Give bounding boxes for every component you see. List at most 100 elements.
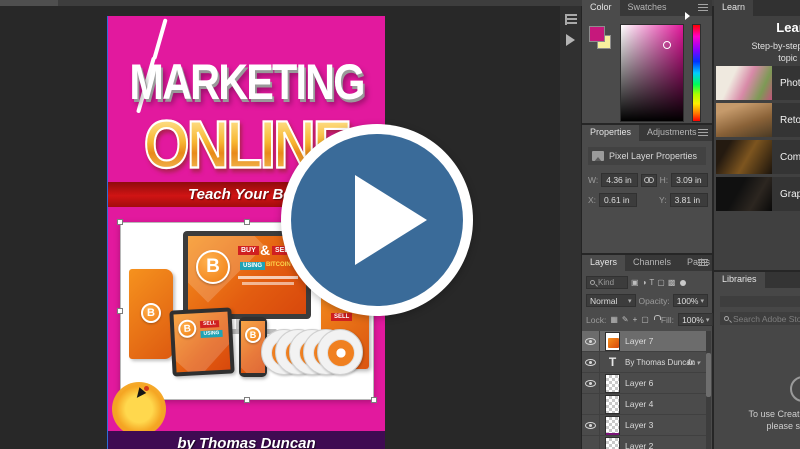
opacity-field[interactable]: 100%▾: [673, 294, 708, 307]
layer-thumbnail[interactable]: [605, 395, 620, 414]
layer-name[interactable]: Layer 6: [625, 378, 653, 388]
blend-row: Normal▾ Opacity: 100%▾: [586, 294, 708, 307]
transform-handle[interactable]: [117, 219, 123, 225]
layer-row-text[interactable]: T By Thomas Duncan fx ▾: [582, 352, 706, 373]
tab-learn[interactable]: Learn: [714, 0, 753, 16]
height-field[interactable]: 3.09 in: [671, 173, 708, 187]
tab-adjustments[interactable]: Adjustments: [639, 125, 705, 141]
learn-item-graphic[interactable]: Graphic: [716, 177, 800, 211]
lock-transparency-icon[interactable]: ▦: [610, 315, 618, 324]
layer-thumbnail[interactable]: [605, 437, 620, 449]
properties-header-label: Pixel Layer Properties: [609, 151, 697, 161]
layer-name[interactable]: Layer 3: [625, 420, 653, 430]
tab-color[interactable]: Color: [582, 0, 620, 16]
product-tablet-screen: B SELL USING: [174, 312, 231, 373]
color-panel-tabbar: Color Swatches: [582, 0, 712, 16]
filter-toggle-icon[interactable]: [680, 280, 686, 286]
visibility-toggle[interactable]: [582, 373, 600, 394]
learn-description: Step-by-step tutorials topic be: [714, 40, 800, 64]
layers-panel-tabbar: Layers Channels Paths: [582, 255, 712, 271]
layers-panel: Layers Channels Paths Kind ▣ ◑ T ▢ ▩ Nor…: [582, 255, 712, 449]
transform-handle[interactable]: [244, 219, 250, 225]
layer-name[interactable]: Layer 2: [625, 441, 653, 449]
photoshop-window: MARKETING ONLINE Teach Your Best B B BUY…: [0, 0, 800, 449]
panel-menu-icon[interactable]: [698, 259, 708, 267]
layer-fx-badge[interactable]: fx ▾: [687, 357, 700, 367]
visibility-toggle[interactable]: [582, 352, 600, 373]
lock-move-icon[interactable]: +: [633, 315, 638, 324]
properties-panel: Properties Adjustments Pixel Layer Prope…: [582, 125, 712, 253]
layers-scrollbar[interactable]: [706, 331, 711, 449]
x-field[interactable]: 0.61 in: [599, 193, 637, 207]
transform-handle[interactable]: [244, 397, 250, 403]
panel-menu-icon[interactable]: [698, 4, 708, 12]
transform-handle[interactable]: [117, 308, 123, 314]
tab-swatches[interactable]: Swatches: [620, 0, 675, 16]
buy-badge: BUY: [238, 246, 259, 255]
y-field[interactable]: 3.81 in: [670, 193, 708, 207]
learn-item-combining[interactable]: Combining: [716, 140, 800, 174]
hue-slider-marker[interactable]: [685, 12, 690, 20]
layer-name[interactable]: Layer 4: [625, 399, 653, 409]
filter-type-icon[interactable]: T: [649, 278, 654, 287]
blend-mode-select[interactable]: Normal▾: [586, 294, 636, 307]
layer-name[interactable]: By Thomas Duncan: [625, 358, 695, 367]
opacity-label: Opacity:: [639, 296, 670, 306]
foreground-color-swatch[interactable]: [589, 26, 605, 42]
tab-channels[interactable]: Channels: [625, 255, 679, 271]
actions-panel-icon[interactable]: [564, 32, 578, 46]
video-play-button[interactable]: [281, 124, 473, 316]
search-icon: [590, 280, 595, 285]
filter-shape-icon[interactable]: ▢: [657, 278, 665, 287]
history-panel-icon[interactable]: [564, 12, 578, 26]
libraries-dropdown[interactable]: [720, 296, 800, 307]
poster-purple-band: by Thomas Duncan: [108, 431, 385, 449]
h-label: H:: [660, 175, 669, 185]
layer-name[interactable]: Layer 7: [625, 336, 653, 346]
learn-item-retouching[interactable]: Retouching: [716, 103, 800, 137]
layer-thumbnail[interactable]: [605, 332, 620, 351]
filter-adjustment-icon[interactable]: ◑: [642, 278, 647, 287]
visibility-toggle[interactable]: [582, 436, 600, 449]
tutorial-thumbnail: [716, 177, 772, 211]
learn-panel-tabbar: Learn: [714, 0, 800, 16]
eye-icon: [585, 359, 596, 366]
layer-filter-search[interactable]: Kind: [586, 276, 628, 289]
search-icon: [724, 316, 729, 321]
layer-row-layer-6[interactable]: Layer 6: [582, 373, 706, 394]
color-field[interactable]: [620, 24, 684, 122]
libraries-panel: Libraries Search Adobe Stock To use Crea…: [714, 272, 800, 449]
visibility-toggle[interactable]: [582, 331, 600, 352]
layer-row-layer-7[interactable]: Layer 7: [582, 331, 706, 352]
width-field[interactable]: 4.36 in: [601, 173, 638, 187]
sign-in-message: To use Creative Cloud, please sign in: [714, 408, 800, 432]
hue-slider[interactable]: [692, 24, 701, 122]
layer-row-layer-4[interactable]: Layer 4: [582, 394, 706, 415]
canvas-area[interactable]: MARKETING ONLINE Teach Your Best B B BUY…: [0, 6, 560, 449]
layer-filter-row: Kind ▣ ◑ T ▢ ▩: [586, 275, 708, 290]
color-field-marker[interactable]: [663, 41, 671, 49]
type-layer-thumbnail[interactable]: T: [605, 355, 620, 369]
transform-handle[interactable]: [371, 397, 377, 403]
filter-smart-object-icon[interactable]: ▩: [668, 278, 676, 287]
panel-menu-icon[interactable]: [698, 129, 708, 137]
layer-row-layer-3[interactable]: Layer 3: [582, 415, 706, 436]
move-cursor-dot: [144, 386, 149, 391]
tab-libraries[interactable]: Libraries: [714, 272, 765, 288]
link-dimensions-icon[interactable]: [641, 174, 656, 187]
visibility-toggle[interactable]: [582, 415, 600, 436]
lock-artboard-icon[interactable]: ▢: [641, 315, 649, 324]
scrollbar-thumb[interactable]: [706, 353, 711, 397]
layer-thumbnail[interactable]: [605, 416, 620, 435]
fine-print-line: [242, 282, 294, 285]
learn-item-photography[interactable]: Photography: [716, 66, 800, 100]
filter-pixel-icon[interactable]: ▣: [631, 278, 639, 287]
layer-row-layer-2[interactable]: Layer 2: [582, 436, 706, 449]
libraries-search-input[interactable]: Search Adobe Stock: [720, 312, 800, 325]
visibility-toggle[interactable]: [582, 394, 600, 415]
tab-properties[interactable]: Properties: [582, 125, 639, 141]
lock-paint-icon[interactable]: ✎: [622, 315, 629, 324]
tab-layers[interactable]: Layers: [582, 255, 625, 271]
fill-field[interactable]: 100%▾: [678, 313, 713, 326]
layer-thumbnail[interactable]: [605, 374, 620, 393]
